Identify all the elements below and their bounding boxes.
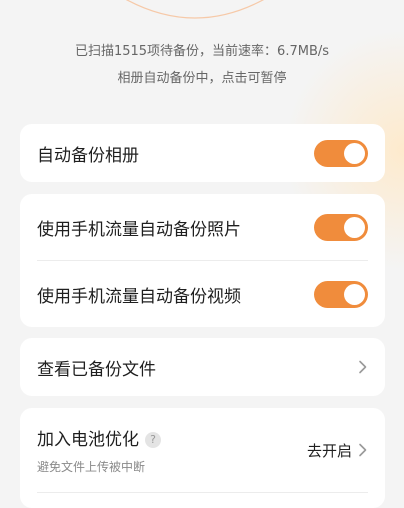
battery-optimization-label: 加入电池优化	[37, 430, 139, 450]
mobile-photos-label: 使用手机流量自动备份照片	[37, 219, 241, 240]
view-backups-label: 查看已备份文件	[37, 359, 156, 380]
battery-text-block: 加入电池优化? 避免文件上传被中断	[37, 425, 307, 475]
auto-backup-card: 自动备份相册	[20, 124, 385, 182]
view-backups-card: 查看已备份文件	[20, 338, 385, 396]
view-backups-row[interactable]: 查看已备份文件	[20, 338, 385, 396]
chevron-right-icon	[359, 443, 367, 457]
battery-optimization-row[interactable]: 加入电池优化? 避免文件上传被中断 去开启	[20, 408, 385, 492]
mobile-videos-toggle[interactable]	[314, 280, 368, 308]
enable-battery-action[interactable]: 去开启	[307, 440, 352, 461]
question-circle-icon[interactable]: ?	[145, 432, 161, 448]
toggle-knob	[344, 283, 365, 305]
battery-subtitle: 避免文件上传被中断	[37, 460, 146, 474]
mobile-photos-toggle[interactable]	[314, 213, 368, 241]
mobile-photos-row: 使用手机流量自动备份照片	[20, 194, 385, 260]
scan-status-text: 已扫描1515项待备份，当前速率：6.7MB/s	[74, 44, 330, 59]
divider	[37, 492, 368, 493]
toggle-knob	[344, 142, 365, 164]
auto-backup-row: 自动备份相册	[20, 124, 385, 182]
mobile-data-card: 使用手机流量自动备份照片 使用手机流量自动备份视频	[20, 194, 385, 327]
battery-optimization-card: 加入电池优化? 避免文件上传被中断 去开启	[20, 408, 385, 508]
mobile-videos-label: 使用手机流量自动备份视频	[37, 286, 241, 307]
auto-backup-label: 自动备份相册	[37, 145, 139, 166]
chevron-right-icon	[359, 360, 367, 374]
auto-backup-toggle[interactable]	[314, 139, 368, 167]
mobile-videos-row: 使用手机流量自动备份视频	[20, 261, 385, 327]
backup-progress-hint: 相册自动备份中，点击可暂停	[117, 71, 287, 86]
backup-status[interactable]: 已扫描1515项待备份，当前速率：6.7MB/s 相册自动备份中，点击可暂停	[0, 38, 404, 92]
toggle-knob	[344, 216, 365, 238]
